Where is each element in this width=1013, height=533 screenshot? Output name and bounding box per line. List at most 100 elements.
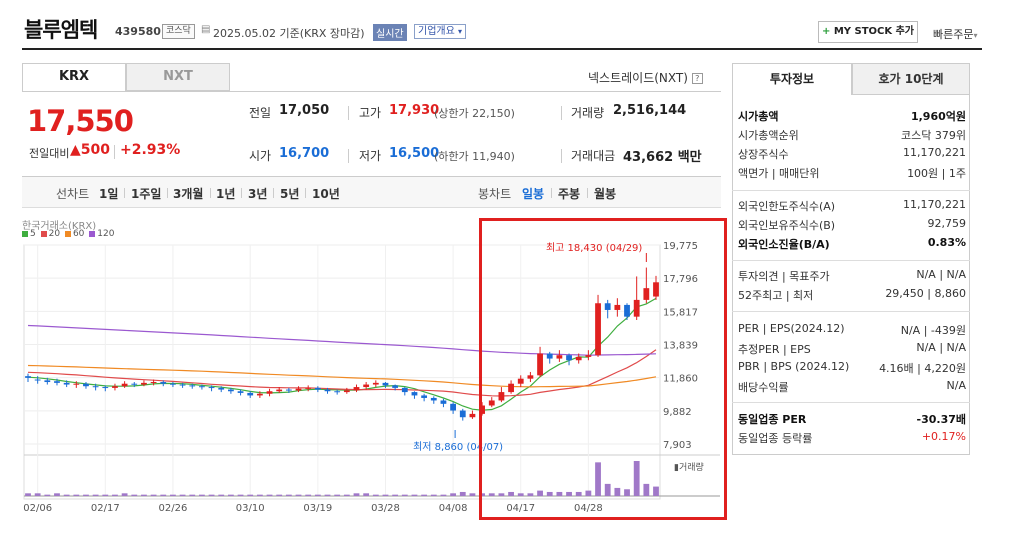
candle <box>121 383 128 387</box>
volume-bar <box>218 494 225 496</box>
candle <box>256 393 263 396</box>
highlight-box <box>479 218 727 520</box>
volume-bar <box>343 494 350 496</box>
info-value: N/A | N/A <box>916 341 966 354</box>
info-value: N/A <box>946 379 966 392</box>
volume-bar <box>334 494 341 496</box>
info-value: 11,170,221 <box>903 146 966 159</box>
volume-bar <box>208 494 215 496</box>
info-row: 배당수익률 N/A <box>738 379 966 395</box>
info-row: 추정PER | EPS N/A | N/A <box>738 341 966 357</box>
candle <box>141 382 147 385</box>
info-label: 52주최고 | 최저 <box>738 289 814 302</box>
volume-bar <box>363 493 370 496</box>
info-label: 추정PER | EPS <box>738 343 811 356</box>
info-label: 액면가 | 매매단위 <box>738 167 820 180</box>
info-label: PER | EPS(2024.12) <box>738 322 845 335</box>
info-label: 외국인한도주식수(A) <box>738 200 836 213</box>
info-value: 29,450 | 8,860 <box>885 287 966 300</box>
info-label: PBR | BPS (2024.12) <box>738 360 850 373</box>
info-value: N/A | N/A <box>916 268 966 281</box>
info-row: 투자의견 | 목표주가 N/A | N/A <box>738 268 966 284</box>
info-value: 100원 | 1주 <box>907 167 966 180</box>
x-tick-label: 03/10 <box>236 503 265 514</box>
volume-bar <box>450 493 457 496</box>
info-row: PBR | BPS (2024.12) 4.16배 | 4,220원 <box>738 360 966 376</box>
info-row: 동일업종 PER -30.37배 <box>738 411 966 427</box>
info-label: 시가총액 <box>738 110 779 123</box>
candle <box>450 403 457 411</box>
info-value: 코스닥 379위 <box>901 129 966 142</box>
candle <box>276 389 283 392</box>
candle <box>459 410 466 418</box>
candle <box>92 386 99 388</box>
candle <box>285 389 292 391</box>
info-label: 동일업종 PER <box>738 413 807 426</box>
volume-bar <box>305 494 312 496</box>
volume-bar <box>392 494 399 496</box>
candle <box>54 381 60 383</box>
candle <box>372 382 379 385</box>
candle <box>227 389 234 392</box>
x-tick-label: 02/26 <box>159 503 188 514</box>
candle <box>401 387 408 393</box>
volume-bar <box>141 494 147 496</box>
volume-bar <box>73 494 80 496</box>
candle <box>324 389 331 392</box>
volume-bar <box>276 494 283 496</box>
info-row: 외국인보유주식수(B) 92,759 <box>738 217 966 233</box>
volume-bar <box>295 494 302 496</box>
candle <box>150 382 157 384</box>
volume-bar <box>34 493 41 496</box>
volume-bar <box>430 494 437 496</box>
x-tick-label: 02/17 <box>91 503 120 514</box>
tab-order-book[interactable]: 호가 10단계 <box>852 63 970 95</box>
volume-bar <box>44 494 51 496</box>
tab-investment-info[interactable]: 투자정보 <box>732 63 852 95</box>
candle <box>189 385 196 387</box>
candle <box>112 386 118 388</box>
info-label: 상장주식수 <box>738 148 789 161</box>
candle <box>34 379 41 381</box>
candle <box>411 392 418 396</box>
volume-bar <box>353 493 360 496</box>
volume-bar <box>83 494 89 496</box>
candle <box>170 383 176 385</box>
volume-bar <box>237 494 244 496</box>
volume-bar <box>92 494 99 496</box>
candle <box>73 383 80 385</box>
candle <box>440 400 447 404</box>
x-tick-label: 03/28 <box>371 503 400 514</box>
candle <box>343 390 350 393</box>
x-tick-label: 04/08 <box>439 503 468 514</box>
info-label: 동일업종 등락률 <box>738 432 813 445</box>
volume-bar <box>411 494 418 496</box>
info-row: 동일업종 등락률 +0.17% <box>738 430 966 446</box>
x-tick-label: 03/19 <box>303 503 332 514</box>
candle <box>382 382 389 386</box>
volume-bar <box>170 494 176 496</box>
info-label: 외국인보유주식수(B) <box>738 219 836 232</box>
info-row: 액면가 | 매매단위 100원 | 1주 <box>738 165 966 181</box>
candle <box>363 384 370 388</box>
candle <box>469 413 476 418</box>
volume-bar <box>160 494 167 496</box>
volume-bar <box>112 494 118 496</box>
candle <box>314 387 321 390</box>
candle <box>199 386 205 388</box>
volume-bar <box>150 494 157 496</box>
panel-divider <box>732 402 970 403</box>
candle <box>208 387 215 389</box>
candle <box>266 391 273 394</box>
info-label: 배당수익률 <box>738 381 789 394</box>
candle <box>179 384 186 386</box>
candle <box>83 383 89 387</box>
info-value: 4.16배 | 4,220원 <box>879 362 966 375</box>
candle <box>430 397 437 401</box>
panel-divider <box>732 190 970 191</box>
info-row: 외국인소진율(B/A) 0.83% <box>738 236 966 252</box>
info-row: 52주최고 | 최저 29,450 | 8,860 <box>738 287 966 303</box>
volume-bar <box>256 494 263 496</box>
info-label: 시가총액순위 <box>738 129 799 142</box>
volume-bar <box>54 493 60 496</box>
